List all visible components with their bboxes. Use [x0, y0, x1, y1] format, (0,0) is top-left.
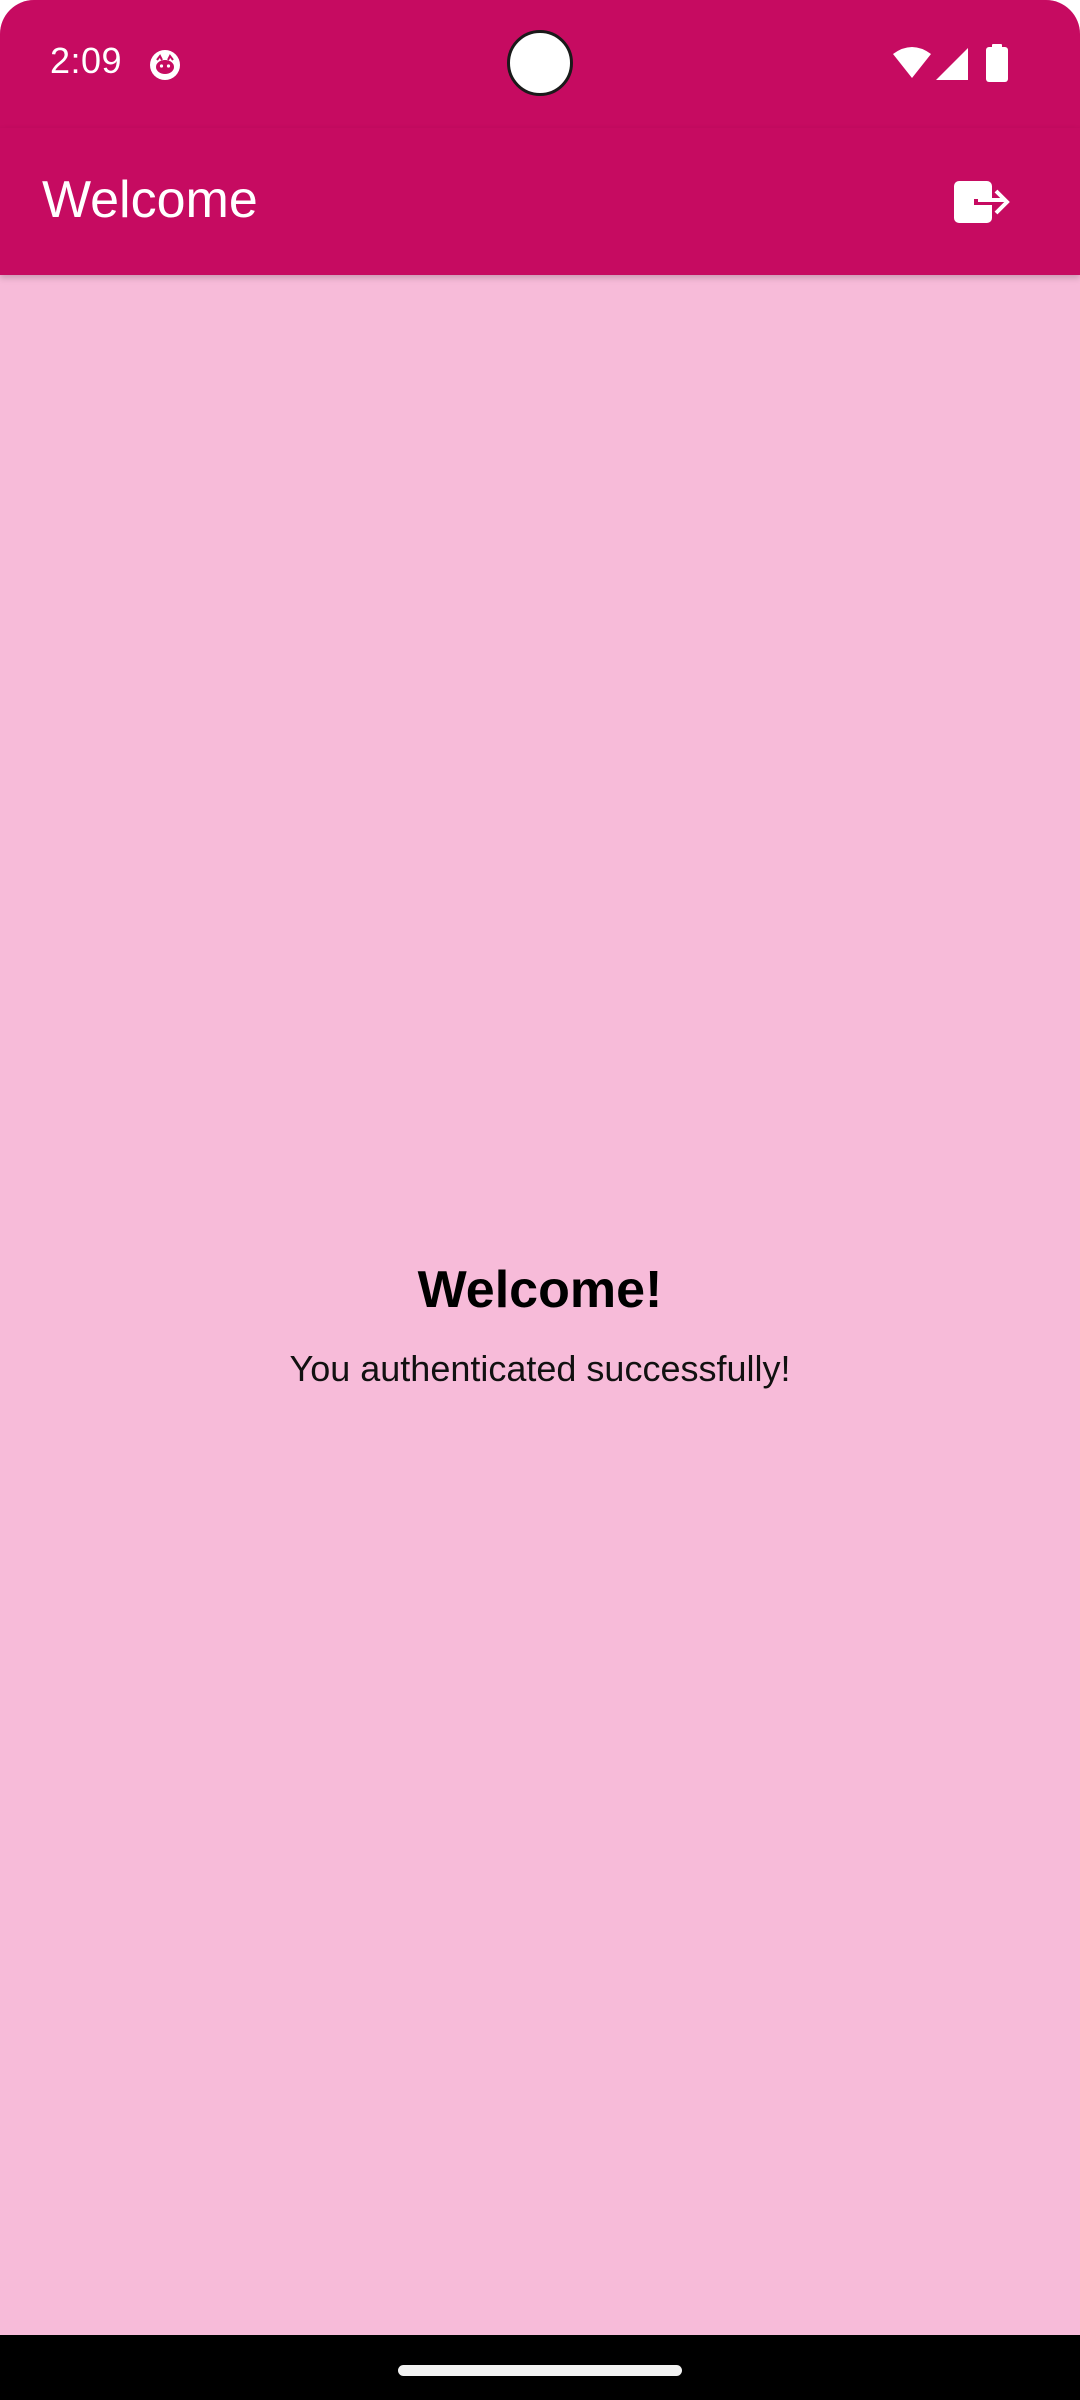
- status-time: 2:09: [50, 40, 123, 81]
- app-bar-title: Welcome: [42, 171, 258, 229]
- app-bar: Welcome: [0, 128, 1080, 275]
- navigation-bar: [0, 2335, 1080, 2400]
- logout-icon: [954, 181, 1010, 223]
- main-content: Welcome! You authenticated successfully!: [0, 275, 1080, 2335]
- notification-icon: [150, 50, 180, 80]
- battery-icon: [986, 44, 1008, 82]
- screen: 2:09 Welcome Welcome! You authenticated …: [0, 0, 1080, 2400]
- cellular-signal-icon: [936, 48, 968, 80]
- welcome-heading: Welcome!: [417, 1261, 663, 1319]
- camera-cutout: [507, 30, 573, 96]
- home-gesture-handle[interactable]: [398, 2365, 682, 2376]
- auth-success-message: You authenticated successfully!: [289, 1348, 791, 1389]
- logout-button[interactable]: [946, 166, 1018, 238]
- status-bar: 2:09: [0, 0, 1080, 128]
- wifi-icon: [893, 47, 931, 78]
